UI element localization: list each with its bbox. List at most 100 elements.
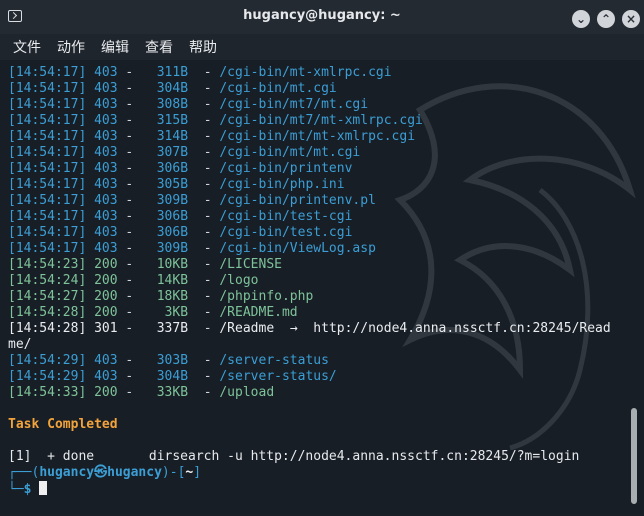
output-path: /server-status	[219, 353, 329, 368]
output-line: me/	[8, 337, 630, 353]
output-status-code: 403	[94, 193, 118, 208]
scrollbar-thumb[interactable]	[631, 408, 637, 504]
text-cursor[interactable]	[39, 481, 48, 495]
output-path: /cgi-bin/printenv.pl	[219, 193, 376, 208]
output-status-code: 403	[94, 353, 118, 368]
output-timestamp: [14:54:17]	[8, 129, 87, 144]
output-timestamp: [14:54:24]	[8, 273, 87, 288]
output-timestamp: [14:54:17]	[8, 177, 87, 192]
terminal-output-area[interactable]: [14:54:17] 403 - 311B - /cgi-bin/mt-xmlr…	[0, 60, 644, 516]
output-line: [14:54:24] 200 - 14KB - /logo	[8, 273, 259, 288]
output-line: [14:54:17] 403 - 306B - /cgi-bin/test-cg…	[8, 209, 353, 224]
menu-bar: 文件 动作 编辑 查看 帮助	[0, 34, 644, 60]
output-path: /server-status/	[219, 369, 337, 384]
menu-action[interactable]: 动作	[57, 37, 85, 57]
terminal-window: hugancy@hugancy: ~ ⌄ ⌃ × 文件 动作 编辑 查看 帮助 …	[0, 0, 644, 516]
output-status-code: 403	[94, 97, 118, 112]
output-size: 309B	[156, 241, 189, 256]
menu-view[interactable]: 查看	[145, 37, 173, 57]
output-status-code: 200	[94, 257, 118, 272]
output-path: /cgi-bin/printenv	[219, 161, 353, 176]
output-path: /cgi-bin/mt7/mt.cgi	[219, 97, 369, 112]
output-line: [14:54:17] 403 - 311B - /cgi-bin/mt-xmlr…	[8, 65, 392, 80]
output-line: [14:54:28] 301 - 337B - /Readme → http:/…	[8, 321, 611, 336]
output-status-code: 200	[94, 273, 118, 288]
output-status-code: 200	[94, 305, 118, 320]
menu-help[interactable]: 帮助	[189, 37, 217, 57]
output-path: /cgi-bin/test.cgi	[219, 225, 353, 240]
output-status-code: 200	[94, 385, 118, 400]
menu-file[interactable]: 文件	[13, 37, 41, 57]
output-path: /cgi-bin/mt-xmlrpc.cgi	[219, 65, 392, 80]
output-line: [14:54:17] 403 - 306B - /cgi-bin/printen…	[8, 161, 353, 176]
output-timestamp: [14:54:17]	[8, 97, 87, 112]
minimize-icon[interactable]: ⌄	[572, 10, 590, 28]
output-timestamp: [14:54:17]	[8, 225, 87, 240]
title-bar[interactable]: hugancy@hugancy: ~ ⌄ ⌃ ×	[0, 0, 644, 34]
output-timestamp: [14:54:17]	[8, 65, 87, 80]
output-line: [14:54:17] 403 - 309B - /cgi-bin/ViewLog…	[8, 241, 376, 256]
output-size: 314B	[156, 129, 189, 144]
output-size: 337B	[156, 321, 189, 336]
output-line: [14:54:17] 403 - 306B - /cgi-bin/test.cg…	[8, 225, 353, 240]
output-status-code: 403	[94, 145, 118, 160]
output-line: [14:54:17] 403 - 314B - /cgi-bin/mt/mt-x…	[8, 129, 416, 144]
job-status-line: [1] + done dirsearch -u http://node4.ann…	[8, 449, 580, 464]
task-completed-label: Task Completed	[8, 417, 118, 432]
output-path: /cgi-bin/ViewLog.asp	[219, 241, 376, 256]
output-status-code: 403	[94, 369, 118, 384]
output-status-code: 403	[94, 161, 118, 176]
output-size: 3KB	[164, 305, 189, 320]
output-status-code: 403	[94, 177, 118, 192]
output-timestamp: [14:54:29]	[8, 369, 87, 384]
output-line: [14:54:33] 200 - 33KB - /upload	[8, 385, 275, 400]
maximize-icon[interactable]: ⌃	[597, 10, 615, 28]
output-size: 305B	[156, 177, 189, 192]
output-size: 315B	[156, 113, 189, 128]
output-timestamp: [14:54:17]	[8, 193, 87, 208]
output-path: /README.md	[219, 305, 298, 320]
output-size: 307B	[156, 145, 189, 160]
output-size: 33KB	[156, 385, 189, 400]
output-status-code: 403	[94, 129, 118, 144]
menu-edit[interactable]: 编辑	[101, 37, 129, 57]
output-timestamp: [14:54:33]	[8, 385, 87, 400]
output-size: 311B	[156, 65, 189, 80]
output-timestamp: [14:54:17]	[8, 161, 87, 176]
output-size: 306B	[156, 209, 189, 224]
prompt-user: hugancy	[39, 465, 95, 480]
output-size: 306B	[156, 225, 189, 240]
output-path: /cgi-bin/mt/mt-xmlrpc.cgi	[219, 129, 416, 144]
redirect-url: http://node4.anna.nssctf.cn:28245/Read	[313, 321, 611, 336]
output-size: 309B	[156, 193, 189, 208]
output-line: [14:54:23] 200 - 10KB - /LICENSE	[8, 257, 282, 272]
output-timestamp: [14:54:17]	[8, 81, 87, 96]
output-line: [14:54:17] 403 - 309B - /cgi-bin/printen…	[8, 193, 376, 208]
output-line: [14:54:29] 403 - 303B - /server-status	[8, 353, 329, 368]
output-size: 18KB	[156, 289, 189, 304]
output-size: 14KB	[156, 273, 189, 288]
output-line: [14:54:29] 403 - 304B - /server-status/	[8, 369, 337, 384]
prompt-line-2[interactable]: └─$	[8, 481, 630, 497]
prompt-corner-bottom: └─	[8, 482, 24, 497]
output-status-code: 301	[94, 321, 118, 336]
output-path: /logo	[219, 273, 259, 288]
output-line: [14:54:17] 403 - 315B - /cgi-bin/mt7/mt-…	[8, 113, 423, 128]
output-timestamp: [14:54:28]	[8, 321, 87, 336]
window-title: hugancy@hugancy: ~	[243, 8, 401, 23]
output-status-code: 403	[94, 81, 118, 96]
output-line: [14:54:28] 200 - 3KB - /README.md	[8, 305, 298, 320]
output-timestamp: [14:54:27]	[8, 289, 87, 304]
output-size: 10KB	[156, 257, 189, 272]
close-icon[interactable]: ×	[622, 10, 640, 28]
output-size: 306B	[156, 161, 189, 176]
output-path: /cgi-bin/test-cgi	[219, 209, 353, 224]
output-path: /cgi-bin/php.ini	[219, 177, 345, 192]
output-size: 304B	[156, 369, 189, 384]
output-timestamp: [14:54:17]	[8, 209, 87, 224]
output-path: /upload	[219, 385, 275, 400]
terminal-lines: [14:54:17] 403 - 311B - /cgi-bin/mt-xmlr…	[8, 65, 630, 497]
output-line: [14:54:17] 403 - 308B - /cgi-bin/mt7/mt.…	[8, 97, 369, 112]
output-size: 303B	[156, 353, 189, 368]
